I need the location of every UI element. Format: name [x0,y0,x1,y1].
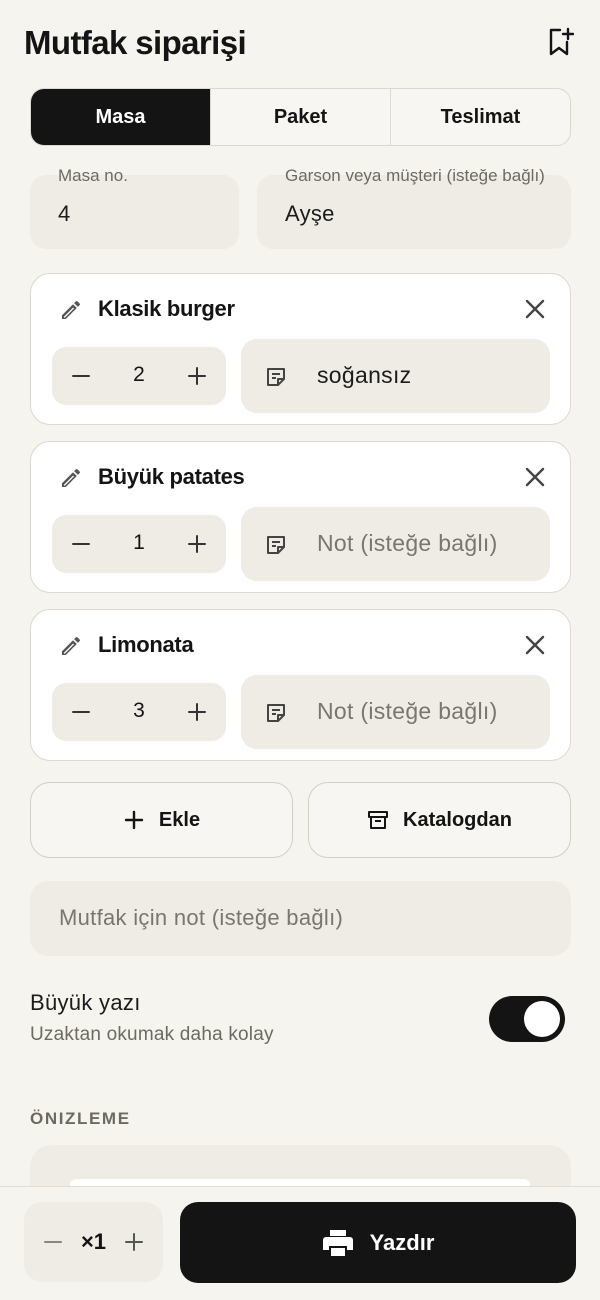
print-label: Yazdır [369,1229,435,1255]
large-text-toggle[interactable] [489,996,565,1042]
kitchen-note-input[interactable]: Mutfak için not (isteğe bağlı) [30,881,571,956]
close-icon[interactable] [524,466,546,488]
plus-icon[interactable] [186,701,208,723]
page-title: Mutfak siparişi [24,24,247,61]
add-item-button[interactable]: Ekle [30,782,293,858]
customer-label: Garson veya müşteri (isteğe bağlı) [285,166,545,185]
plus-icon[interactable] [186,365,208,387]
tab-masa[interactable]: Masa [31,89,210,145]
large-text-subtitle: Uzaktan okumak daha kolay [30,1024,274,1045]
order-type-selector: Masa Paket Teslimat [30,88,571,146]
close-icon[interactable] [524,634,546,656]
order-item-card: Klasik burger 2 soğansız [30,273,571,425]
table-number-label: Masa no. [58,166,128,185]
item-note-input[interactable]: Not (isteğe bağlı) [241,507,550,581]
note-icon [267,704,285,722]
pencil-icon[interactable] [59,466,83,490]
plus-icon[interactable] [123,1231,145,1253]
table-number-field[interactable]: Masa no. 4 [30,166,239,249]
table-number-value: 4 [58,201,71,226]
order-item-card: Büyük patates 1 Not (isteğe bağlı) [30,441,571,593]
item-note-input[interactable]: Not (isteğe bağlı) [241,675,550,749]
pencil-icon[interactable] [59,298,83,322]
large-text-title: Büyük yazı [30,990,141,1015]
item-note-placeholder: Not (isteğe bağlı) [317,698,498,724]
tab-teslimat[interactable]: Teslimat [390,89,570,145]
customer-field[interactable]: Garson veya müşteri (isteğe bağlı) Ayşe [257,166,571,249]
catalog-button[interactable]: Katalogdan [308,782,571,858]
quantity-stepper: 2 [52,347,226,405]
quantity-stepper: 3 [52,683,226,741]
header: Mutfak siparişi [24,18,576,68]
kitchen-note-placeholder: Mutfak için not (isteğe bağlı) [59,905,344,930]
toggle-knob [524,1001,560,1037]
customer-value: Ayşe [285,201,335,226]
bottom-bar: ×1 Yazdır [0,1186,600,1300]
item-note-value: soğansız [317,362,412,388]
close-icon[interactable] [524,298,546,320]
order-item-card: Limonata 3 Not (isteğe bağlı) [30,609,571,761]
item-note-placeholder: Not (isteğe bağlı) [317,530,498,556]
note-icon [267,368,285,386]
note-icon [267,536,285,554]
bookmark-add-icon[interactable] [546,26,575,58]
catalog-label: Katalogdan [403,808,512,831]
print-button[interactable]: Yazdır [180,1202,576,1283]
plus-icon [124,810,144,830]
add-item-label: Ekle [158,808,201,831]
plus-icon[interactable] [186,533,208,555]
item-name: Limonata [98,632,194,657]
item-name: Büyük patates [98,464,245,489]
quantity-stepper: 1 [52,515,226,573]
tab-paket[interactable]: Paket [210,89,390,145]
copies-stepper: ×1 [24,1202,163,1282]
preview-section-label: ÖNIZLEME [30,1109,131,1128]
item-name: Klasik burger [98,296,235,321]
pencil-icon[interactable] [59,634,83,658]
printer-icon [322,1229,353,1256]
item-note-input[interactable]: soğansız [241,339,550,413]
archive-icon [368,811,389,829]
